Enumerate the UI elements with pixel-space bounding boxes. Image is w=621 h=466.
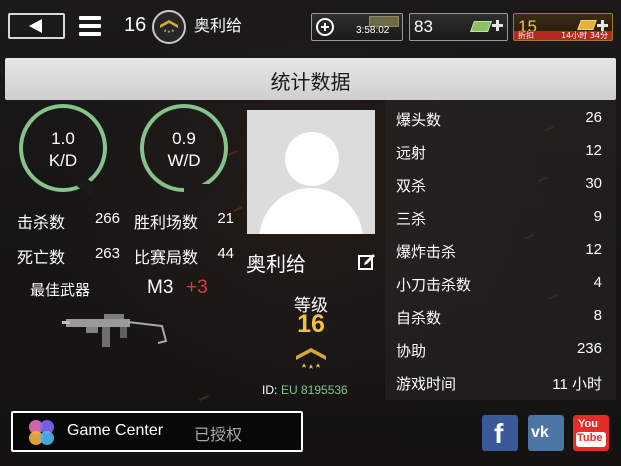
facebook-button[interactable]: f (482, 415, 518, 451)
youtube-button[interactable]: You Tube (573, 415, 609, 451)
stat-value: 30 (585, 175, 602, 192)
player-id-label: ID: (262, 383, 278, 397)
edit-icon[interactable] (358, 253, 376, 271)
stat-label: 远射 (396, 144, 427, 162)
wins-label: 胜利场数 (134, 213, 199, 232)
kills-label: 击杀数 (17, 213, 66, 232)
timer-text: 3:58:02 (356, 25, 390, 36)
wd-label: W/D (167, 151, 201, 170)
kd-ring: 1.0 K/D (19, 104, 107, 196)
avatar-body (259, 188, 363, 234)
game-center-button[interactable]: Game Center 已授权 (11, 411, 303, 452)
stat-value: 12 (585, 142, 602, 159)
smg-icon (62, 314, 168, 347)
stat-label: 双杀 (396, 177, 427, 195)
timer-resource[interactable]: 3:58:02 (311, 13, 403, 41)
stat-label: 协助 (396, 342, 427, 360)
menu-button[interactable] (79, 15, 101, 37)
game-center-icon (29, 420, 54, 445)
deaths-value: 263 (94, 245, 120, 262)
stat-value: 4 (593, 274, 602, 291)
discount-time: 14小时 34分 (561, 31, 608, 40)
stat-value: 11 小时 (552, 376, 602, 393)
back-arrow-icon (29, 19, 42, 33)
stat-value: 8 (593, 307, 602, 324)
stat-label: 自杀数 (396, 309, 442, 327)
ember-decoration (228, 149, 238, 157)
facebook-icon: f (494, 418, 504, 449)
cash-icon (469, 21, 493, 32)
matches-label: 比赛局数 (134, 248, 199, 267)
youtube-icon: You (578, 418, 598, 430)
game-center-title: Game Center (67, 422, 164, 439)
player-id: EU 8195536 (281, 383, 348, 397)
cash-value: 83 (414, 17, 433, 36)
player-name: 奥利给 (246, 252, 306, 276)
gold-resource[interactable]: 15 折扣 14小时 34分 (513, 13, 613, 41)
vk-icon: vk (531, 424, 549, 441)
stat-value: 9 (593, 208, 602, 225)
stat-value: 26 (585, 109, 602, 126)
stat-label: 游戏时间 (396, 375, 457, 393)
best-weapon-name: M3 (147, 277, 174, 298)
top-bar: 16 奥利给 3:58:02 83 15 折扣 14小时 34分 (0, 0, 621, 52)
hamburger-icon (79, 16, 101, 20)
plus-circle-icon (316, 18, 334, 36)
avatar[interactable] (247, 110, 375, 234)
rank-chevron-icon (296, 348, 326, 369)
detailed-stats-panel: 爆头数 26 远射 12 双杀 30 三杀 9 爆炸击杀 12 小刀击杀数 4 … (385, 100, 616, 400)
discount-label: 折扣 (518, 31, 534, 40)
stat-value: 12 (585, 241, 602, 258)
stat-label: 小刀击杀数 (396, 276, 472, 294)
level-value: 16 (297, 310, 325, 338)
gold-bar-icon (577, 20, 597, 30)
deaths-label: 死亡数 (17, 248, 66, 267)
vk-button[interactable]: vk (528, 415, 564, 451)
best-weapon-label: 最佳武器 (30, 281, 91, 299)
ember-decoration (199, 394, 209, 402)
kd-label: K/D (48, 151, 78, 170)
ember-decoration (233, 205, 243, 213)
stat-label: 爆炸击杀 (396, 243, 457, 261)
add-cash-icon (492, 20, 503, 31)
player-rank-number: 16 (124, 14, 147, 36)
best-weapon-level: +3 (186, 277, 208, 298)
wd-value: 0.9 (172, 129, 196, 148)
kills-value: 266 (94, 210, 120, 227)
discount-strip: 折扣 14小时 34分 (514, 31, 612, 40)
stat-label: 三杀 (396, 210, 427, 228)
stats-header: 统计数据 (5, 58, 616, 100)
rank-badge-icon (152, 10, 186, 44)
stat-value: 236 (576, 340, 602, 357)
matches-value: 44 (217, 245, 234, 262)
back-button[interactable] (8, 13, 65, 39)
kd-value: 1.0 (51, 129, 75, 148)
page-title: 统计数据 (270, 70, 351, 94)
cash-resource[interactable]: 83 (409, 13, 508, 41)
avatar-head (285, 132, 339, 186)
top-player-name: 奥利给 (194, 16, 243, 35)
wd-ring: 0.9 W/D (140, 104, 228, 196)
stat-label: 爆头数 (396, 111, 442, 129)
wins-value: 21 (217, 210, 234, 227)
game-center-status: 已授权 (194, 425, 243, 444)
